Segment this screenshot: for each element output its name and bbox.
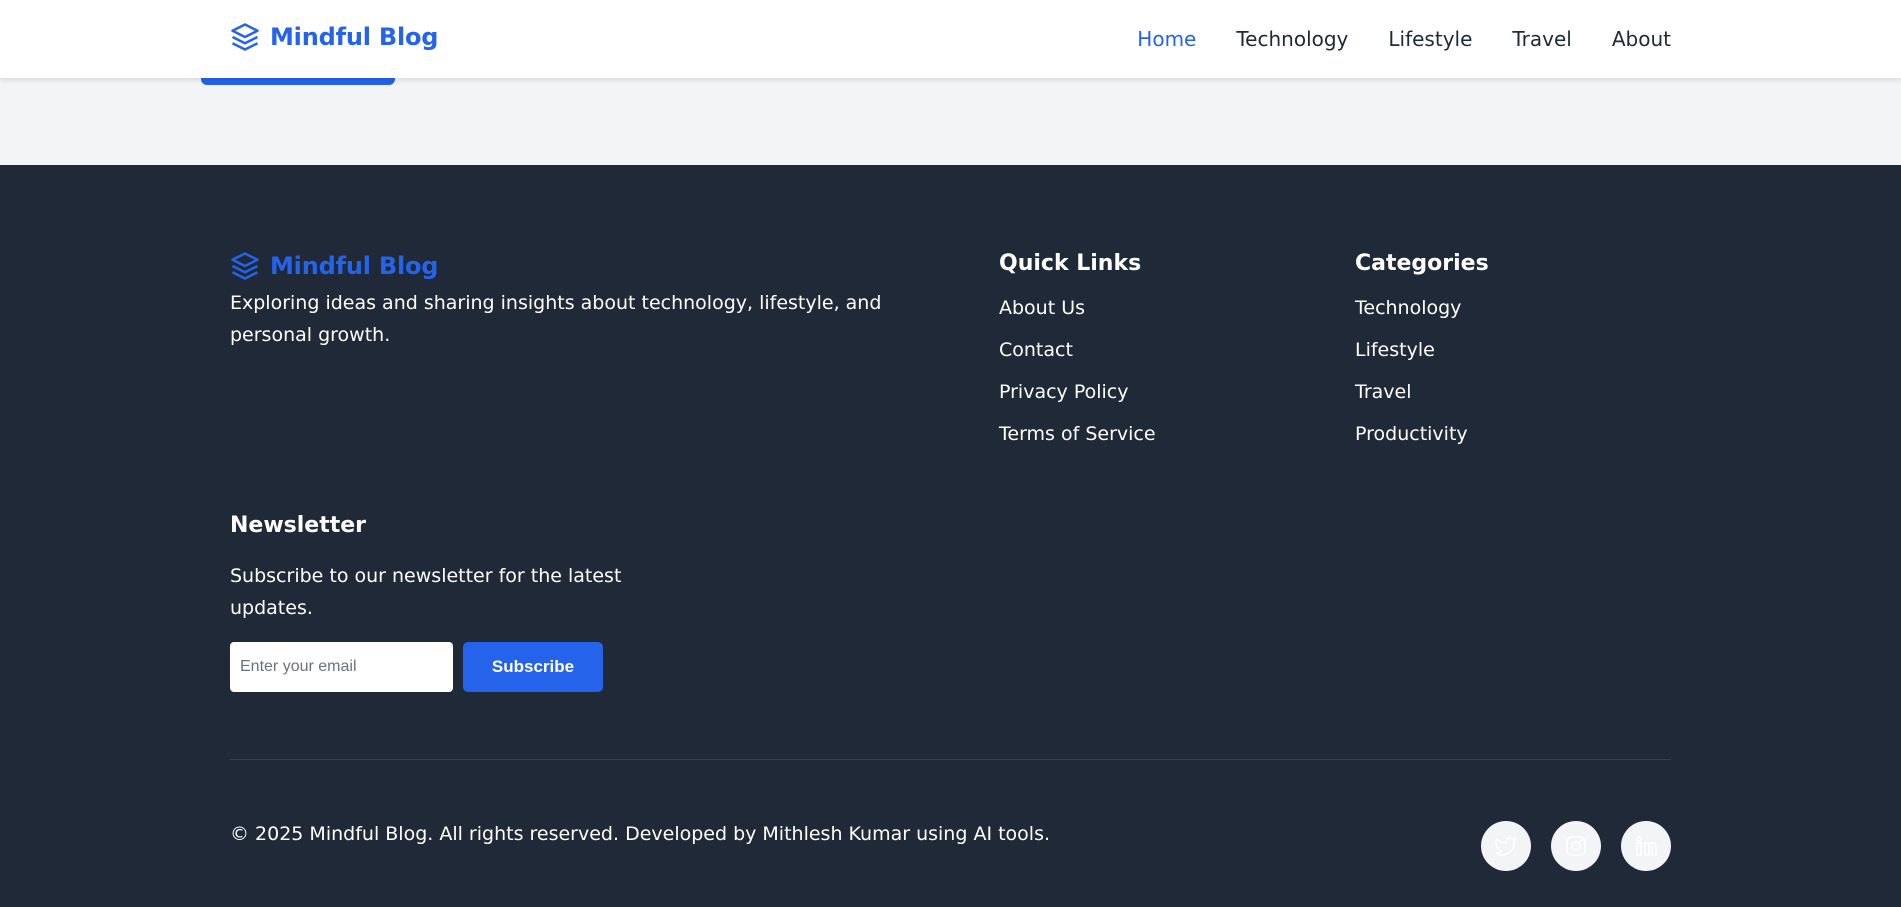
linkedin-icon [1636,836,1657,856]
linkedin-button[interactable] [1621,821,1671,871]
nav-about[interactable]: About [1612,27,1671,51]
footer-description: Exploring ideas and sharing insights abo… [230,292,882,346]
layers-icon [231,23,259,51]
newsletter-form: Subscribe [230,642,650,692]
nav-home[interactable]: Home [1137,27,1196,51]
categories-heading: Categories [1355,251,1489,276]
site-logo[interactable]: Mindful Blog [230,22,438,52]
footer-divider [230,759,1671,760]
categories-section: Categories Technology Lifestyle Travel P… [1355,251,1489,464]
newsletter-email-input[interactable] [230,642,453,692]
category-link-technology[interactable]: Technology [1355,296,1489,320]
instagram-button[interactable] [1551,821,1601,871]
category-link-lifestyle[interactable]: Lifestyle [1355,338,1489,362]
nav-lifestyle[interactable]: Lifestyle [1388,27,1472,51]
footer-link-privacy-policy[interactable]: Privacy Policy [999,380,1156,404]
site-title: Mindful Blog [270,23,439,51]
newsletter-heading: Newsletter [230,513,367,538]
main-nav: Home Technology Lifestyle Travel About [1137,0,1671,78]
site-footer: Mindful Blog Exploring ideas and sharing… [0,165,1901,907]
copyright-text: © 2025 Mindful Blog. All rights reserved… [230,823,1051,845]
newsletter-section: Newsletter Subscribe to our newsletter f… [230,513,650,692]
footer-link-about-us[interactable]: About Us [999,296,1156,320]
nav-travel[interactable]: Travel [1512,27,1571,51]
subscribe-button[interactable]: Subscribe [463,642,603,692]
instagram-icon [1566,836,1586,856]
twitter-icon [1495,837,1517,856]
quick-links-heading: Quick Links [999,251,1142,276]
layers-icon [231,252,259,280]
footer-link-contact[interactable]: Contact [999,338,1156,362]
category-link-productivity[interactable]: Productivity [1355,422,1489,446]
site-header: Mindful Blog Home Technology Lifestyle T… [0,0,1901,78]
quick-links-section: Quick Links About Us Contact Privacy Pol… [999,251,1156,464]
footer-link-terms[interactable]: Terms of Service [999,422,1156,446]
footer-logo[interactable]: Mindful Blog [230,251,438,281]
twitter-button[interactable] [1481,821,1531,871]
newsletter-text: Subscribe to our newsletter for the late… [230,565,622,619]
footer-title: Mindful Blog [270,252,439,280]
social-links [1481,821,1671,871]
nav-technology[interactable]: Technology [1236,27,1348,51]
category-link-travel[interactable]: Travel [1355,380,1489,404]
